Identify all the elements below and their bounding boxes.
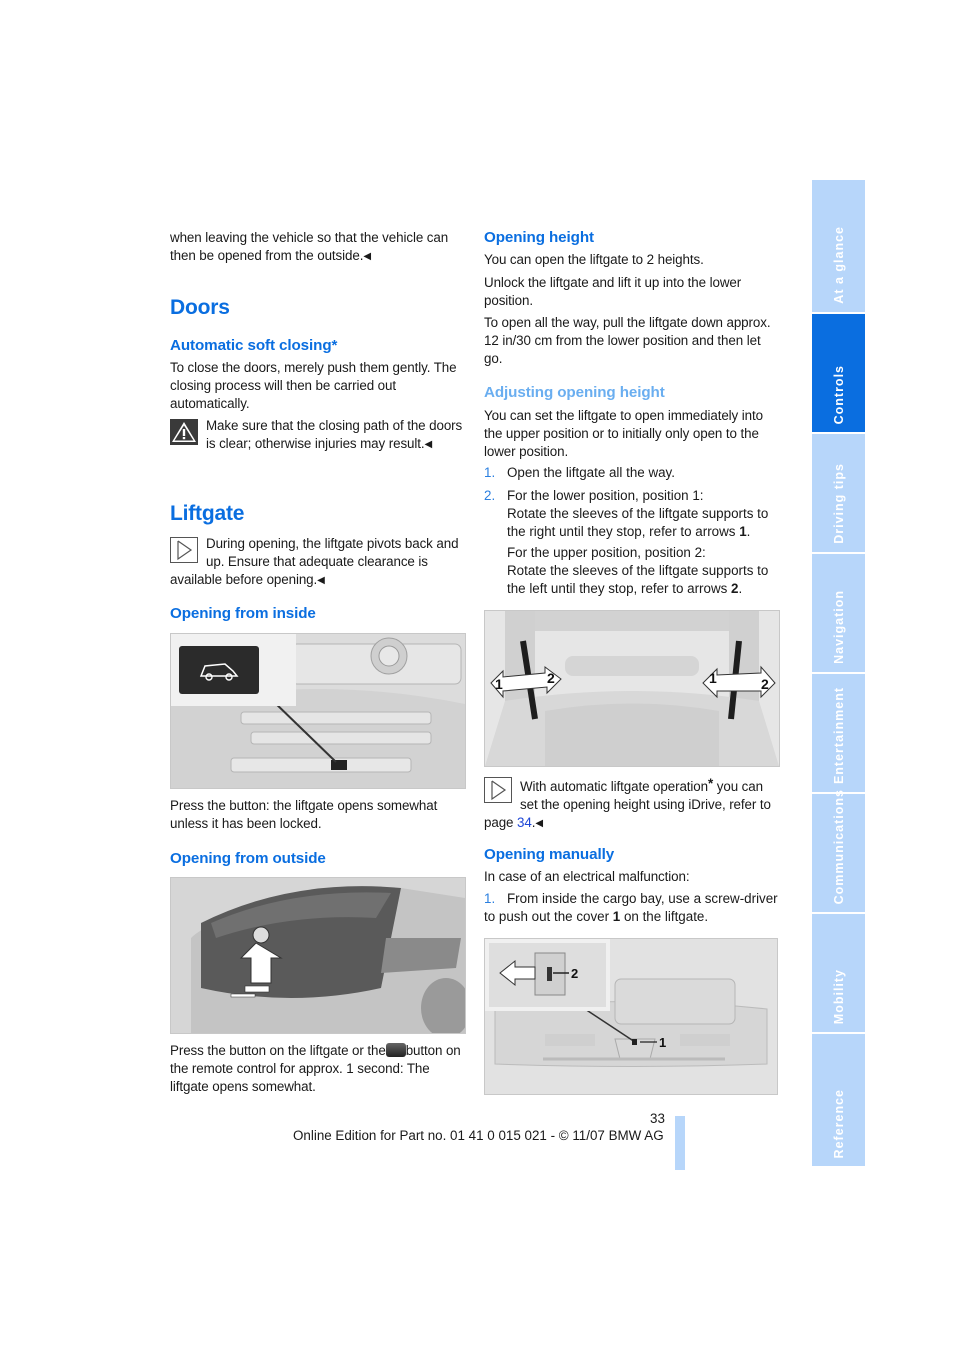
arrow-reference: 1 xyxy=(739,523,747,539)
footer-edition: Online Edition for Part no. 01 41 0 015 … xyxy=(293,1128,664,1143)
list-subtext: Rotate the sleeves of the liftgate suppo… xyxy=(507,505,769,539)
list-text: Open the liftgate all the way. xyxy=(507,465,675,480)
subsection-title-opening-from-outside: Opening from outside xyxy=(170,850,326,867)
opening-manually-body: In case of an electrical malfunction: xyxy=(484,869,690,884)
end-mark-icon: ◀ xyxy=(363,250,371,262)
opening-height-p1: You can open the liftgate to 2 heights. xyxy=(484,252,704,267)
list-subtext: Rotate the sleeves of the liftgate suppo… xyxy=(507,563,769,596)
chapter-tab-text: At a glance xyxy=(831,226,846,304)
liftgate-note-text: During opening, the liftgate pivots back… xyxy=(170,536,459,587)
end-mark-icon: ◀ xyxy=(535,817,543,829)
list-item: 2. For the lower position, position 1: Ro… xyxy=(484,487,779,598)
list-text: For the upper position, position 2: xyxy=(507,545,706,561)
cargo-bay-cover-illustration: 2 1 xyxy=(485,939,777,1094)
page-number: 33 xyxy=(650,1111,665,1126)
list-text: on the liftgate. xyxy=(620,908,709,924)
chapter-tab-label: Driving tips xyxy=(812,426,865,544)
list-item: 1. From inside the cargo bay, use a screw… xyxy=(484,890,779,926)
figure-label: 1 xyxy=(659,1035,666,1050)
list-number: 1. xyxy=(484,465,496,480)
chapter-tab-text: Navigation xyxy=(831,590,846,664)
chapter-tab-communications[interactable]: Communications xyxy=(812,789,865,912)
figure-cargo-bay-cover: 2 1 xyxy=(484,938,778,1095)
auto-soft-closing-body: To close the doors, merely push them gen… xyxy=(170,360,457,411)
section-title-liftgate: Liftgate xyxy=(170,502,245,525)
chapter-tab-driving-tips[interactable]: Driving tips xyxy=(812,434,865,552)
figure-vehicle-rear xyxy=(170,877,466,1034)
chapter-tab-mobility[interactable]: Mobility xyxy=(812,914,865,1032)
list-text: Rotate the sleeves of the liftgate suppo… xyxy=(507,563,769,596)
opening-height-p3: To open all the way, pull the liftgate d… xyxy=(484,315,771,366)
chapter-tab-label: Reference xyxy=(812,1026,865,1158)
subsection-title-opening-from-inside: Opening from inside xyxy=(170,605,316,622)
end-mark-icon: ◀ xyxy=(317,574,325,586)
chapter-tab-label: Mobility xyxy=(812,906,865,1024)
chapter-tab-text: Controls xyxy=(831,364,846,424)
chapter-tab-text: Driving tips xyxy=(831,463,846,544)
figure-center-console xyxy=(170,633,466,789)
footer-accent-bar xyxy=(675,1116,685,1170)
end-mark-icon: ◀ xyxy=(424,438,433,450)
chapter-tab-text: Mobility xyxy=(831,968,846,1024)
chapter-tab-text: Communications xyxy=(831,788,846,904)
figure-label: 1 xyxy=(709,670,717,686)
list-subtext: For the upper position, position 2: xyxy=(484,544,779,562)
figure-label: 2 xyxy=(761,676,769,692)
figure-label: 2 xyxy=(547,670,555,686)
figure-liftgate-supports: 1 2 1 2 xyxy=(484,610,780,767)
chapter-tab-navigation[interactable]: Navigation xyxy=(812,554,865,672)
chapter-tab-text: Entertainment xyxy=(831,686,846,784)
figure-label: 2 xyxy=(571,966,578,981)
list-number: 2. xyxy=(484,488,496,503)
subsection-title-adjusting-opening-height: Adjusting opening height xyxy=(484,384,665,401)
remote-liftgate-button-icon xyxy=(385,1043,406,1057)
subsection-title-opening-height: Opening height xyxy=(484,229,594,246)
intro-paragraph: when leaving the vehicle so that the veh… xyxy=(170,229,465,266)
arrow-reference: 2 xyxy=(731,580,739,596)
chapter-tab-label: Entertainment xyxy=(812,666,865,784)
section-title-doors: Doors xyxy=(170,296,230,319)
adjusting-opening-height-body: You can set the liftgate to open immedia… xyxy=(484,408,763,459)
list-text: Rotate the sleeves of the liftgate suppo… xyxy=(507,505,769,539)
list-item: 1. Open the liftgate all the way. xyxy=(484,464,779,482)
note-text: With automatic liftgate operation xyxy=(520,779,708,794)
chapter-tab-label: Communications xyxy=(812,786,865,904)
figure-label: 1 xyxy=(495,676,503,692)
note-arrow-icon xyxy=(170,537,198,563)
chapter-tab-controls[interactable]: Controls xyxy=(812,314,865,432)
chapter-tab-text: Reference xyxy=(831,1088,846,1158)
liftgate-supports-illustration: 1 2 1 2 xyxy=(485,611,779,766)
opening-from-outside-body: Press the button on the liftgate or the b… xyxy=(170,1042,465,1095)
center-console-illustration xyxy=(171,634,465,788)
warning-paragraph: Make sure that the closing path of the d… xyxy=(170,417,465,454)
chapter-tab-label: At a glance xyxy=(812,172,865,304)
vehicle-rear-illustration xyxy=(171,878,465,1033)
chapter-tab-at-a-glance[interactable]: At a glance xyxy=(812,180,865,312)
list-number: 1. xyxy=(484,891,496,906)
chapter-tab-reference[interactable]: Reference xyxy=(812,1034,865,1166)
note-arrow-icon xyxy=(484,777,512,803)
intro-text: when leaving the vehicle so that the veh… xyxy=(170,230,449,263)
opening-from-inside-body: Press the button: the liftgate opens som… xyxy=(170,798,438,831)
list-text: For the lower position, position 1: xyxy=(507,488,704,503)
automatic-liftgate-note: With automatic liftgate operation* you c… xyxy=(484,776,771,830)
chapter-tab-entertainment[interactable]: Entertainment xyxy=(812,674,865,792)
liftgate-note: During opening, the liftgate pivots back… xyxy=(170,535,465,589)
subsection-title-auto-soft-closing: Automatic soft closing* xyxy=(170,337,338,354)
warning-triangle-icon xyxy=(170,419,198,445)
chapter-tab-label: Controls xyxy=(812,306,865,424)
opening-height-p2: Unlock the liftgate and lift it up into … xyxy=(484,275,742,308)
subsection-title-opening-manually: Opening manually xyxy=(484,846,615,863)
chapter-tab-label: Navigation xyxy=(812,546,865,664)
outside-body-part1: Press the button on the liftgate or the xyxy=(170,1043,386,1058)
page-reference-link[interactable]: 34 xyxy=(517,815,532,830)
